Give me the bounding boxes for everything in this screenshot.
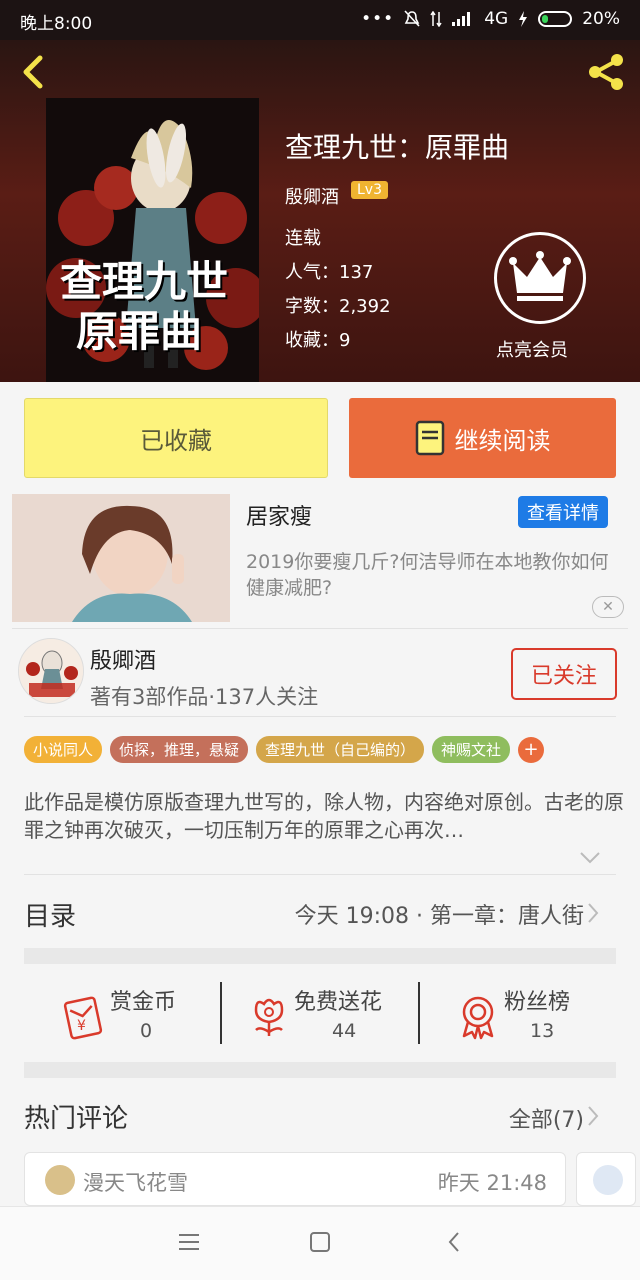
share-icon[interactable] <box>584 50 628 94</box>
red-envelope-icon: ¥ <box>63 996 103 1040</box>
author-name[interactable]: 殷卿酒 <box>90 643 156 675</box>
signal-icon <box>452 12 471 26</box>
network-type: 4G <box>484 9 509 29</box>
status-time: 晚上8:00 <box>20 14 93 34</box>
favorited-button[interactable]: 已收藏 <box>24 398 328 478</box>
free-flowers-label: 免费送花 <box>294 990 383 1015</box>
free-flowers-button[interactable]: 免费送花 44 <box>244 984 440 1046</box>
commenter-name[interactable]: 漫天飞花雪 <box>83 1167 188 1197</box>
more-dots-icon: ••• <box>361 9 395 29</box>
free-flowers-value: 44 <box>332 1020 357 1042</box>
book-description[interactable]: 此作品是模仿原版查理九世写的，除人物，内容绝对原创。古老的原罪之钟再次破灭，一切… <box>24 788 624 844</box>
book-favorites: 收藏：9 <box>285 330 351 351</box>
stat-divider <box>418 982 420 1044</box>
battery-percent: 20% <box>582 9 620 29</box>
cover-title-line2: 原罪曲 <box>76 307 203 356</box>
favorited-label: 已收藏 <box>140 426 212 455</box>
charging-bolt-icon <box>519 11 528 27</box>
comment-card[interactable] <box>576 1152 636 1206</box>
toc-label[interactable]: 目录 <box>24 896 76 933</box>
book-header: 查理九世 原罪曲 查理九世：原罪曲 殷卿酒 Lv3 连载 人气：137 字数：2… <box>0 40 640 382</box>
mute-bell-icon <box>404 10 420 27</box>
fan-ranking-value: 13 <box>530 1020 555 1042</box>
nav-back-icon[interactable] <box>447 1231 461 1253</box>
book-popularity: 人气：137 <box>285 262 374 283</box>
fan-ranking-label: 粉丝榜 <box>504 990 571 1015</box>
section-separator <box>24 1062 616 1078</box>
home-square-icon[interactable] <box>309 1231 331 1253</box>
battery-icon <box>538 11 573 27</box>
divider <box>12 628 628 629</box>
vip-label[interactable]: 点亮会员 <box>496 336 568 362</box>
chevron-right-icon[interactable] <box>586 901 600 925</box>
vip-button[interactable] <box>494 232 586 324</box>
book-status: 连载 <box>285 228 321 249</box>
toc-latest-chapter[interactable]: 今天 19:08 · 第一章：唐人街 <box>295 898 584 930</box>
tag-list: 小说同人 侦探，推理，悬疑 查理九世（自己编的） 神赐文社 + <box>24 736 545 763</box>
author-level-badge: Lv3 <box>351 181 388 199</box>
ad-close-icon[interactable]: ✕ <box>592 596 624 618</box>
crown-icon <box>509 251 571 301</box>
tag-item[interactable]: 神赐文社 <box>432 736 511 763</box>
ad-title[interactable]: 居家瘦 <box>246 499 312 531</box>
system-nav-bar <box>0 1206 640 1280</box>
commenter-avatar[interactable] <box>45 1165 75 1195</box>
ad-details-button[interactable]: 查看详情 <box>518 496 608 528</box>
commenter-avatar[interactable] <box>593 1165 623 1195</box>
stat-divider <box>220 982 222 1044</box>
add-tag-icon[interactable]: + <box>518 736 545 763</box>
book-title: 查理九世：原罪曲 <box>285 131 510 164</box>
all-comments-link[interactable]: 全部(7) <box>509 1102 584 1134</box>
reward-coins-label: 赏金币 <box>110 990 177 1015</box>
section-separator <box>24 948 616 964</box>
divider <box>24 874 616 875</box>
book-icon <box>415 420 444 456</box>
reward-coins-button[interactable]: ¥ 赏金币 0 <box>56 984 252 1046</box>
comment-time: 昨天 21:48 <box>437 1171 547 1195</box>
fan-ranking-button[interactable]: 粉丝榜 13 <box>452 984 640 1046</box>
menu-icon[interactable] <box>178 1233 200 1251</box>
chevron-down-icon[interactable] <box>578 850 602 866</box>
chevron-right-icon[interactable] <box>586 1104 600 1128</box>
continue-reading-button[interactable]: 继续阅读 <box>349 398 616 478</box>
tag-item[interactable]: 小说同人 <box>24 736 103 763</box>
status-icons: ••• 4G 20% <box>361 9 620 29</box>
book-author[interactable]: 殷卿酒 <box>285 183 339 209</box>
medal-icon <box>462 996 494 1040</box>
tag-item[interactable]: 查理九世（自己编的） <box>256 736 425 763</box>
divider <box>24 716 616 717</box>
back-arrow-icon[interactable] <box>14 52 50 92</box>
book-cover[interactable]: 查理九世 原罪曲 <box>46 98 259 382</box>
reward-coins-value: 0 <box>140 1020 153 1042</box>
author-avatar[interactable] <box>18 638 84 704</box>
tag-item[interactable]: 侦探，推理，悬疑 <box>110 736 249 763</box>
continue-reading-label: 继续阅读 <box>454 426 551 455</box>
follow-button[interactable]: 已关注 <box>511 648 617 700</box>
ad-description[interactable]: 2019你要瘦几斤?何洁导师在本地教你如何健康减肥? <box>246 549 616 601</box>
svg-text:¥: ¥ <box>77 1018 86 1034</box>
hot-comments-label: 热门评论 <box>24 1104 129 1134</box>
book-word-count: 字数：2,392 <box>285 296 391 317</box>
follow-label: 已关注 <box>530 664 597 689</box>
comment-card[interactable]: 漫天飞花雪 昨天 21:48 <box>24 1152 566 1206</box>
ad-image[interactable] <box>12 494 230 622</box>
status-bar: 晚上8:00 ••• 4G 20% <box>0 0 640 40</box>
avatar-image <box>19 639 83 703</box>
flower-icon <box>254 998 284 1036</box>
battery-fill <box>542 15 549 23</box>
ad-photo <box>12 494 230 622</box>
data-transfer-icon <box>430 11 442 27</box>
author-stats: 著有3部作品·137人关注 <box>90 685 319 709</box>
